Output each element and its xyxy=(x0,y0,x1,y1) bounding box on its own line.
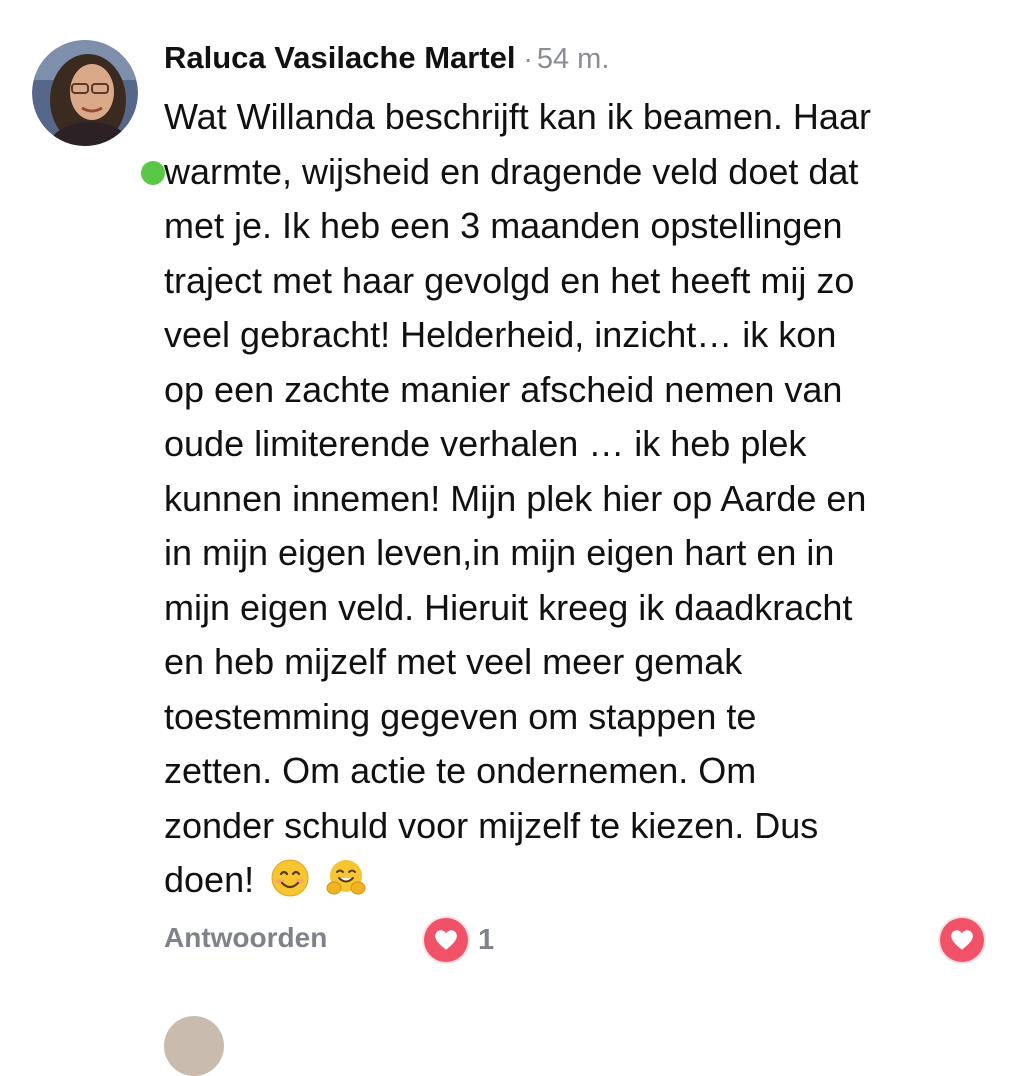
like-button[interactable] xyxy=(940,918,984,962)
heart-icon xyxy=(424,918,468,962)
next-comment-avatar[interactable] xyxy=(164,1016,224,1076)
reply-button[interactable]: Antwoorden xyxy=(164,922,327,954)
comment-line: kunnen innemen! Mijn plek hier op Aarde … xyxy=(164,477,867,519)
comment-line: in mijn eigen leven,in mijn eigen hart e… xyxy=(164,532,835,573)
comment-timestamp[interactable]: 54 m. xyxy=(537,43,610,75)
comment-line: veel gebracht! Helderheid, inzicht… ik k… xyxy=(164,314,837,355)
reaction-count: 1 xyxy=(478,923,495,956)
comment-line: traject met haar gevolgd en het heeft mi… xyxy=(164,259,855,301)
comment-line: zetten. Om actie te ondernemen. Om xyxy=(164,750,757,791)
comment-header: Raluca Vasilache Martel · 54 m. xyxy=(164,40,609,76)
comment-line: op een zachte manier afscheid nemen van xyxy=(164,368,843,410)
comment-actions: Antwoorden 1 xyxy=(164,918,984,964)
separator-dot: · xyxy=(523,43,533,74)
avatar[interactable] xyxy=(32,40,138,146)
smiling-face-icon xyxy=(270,858,310,898)
comment-line: zonder schuld voor mijzelf te kiezen. Du… xyxy=(164,804,819,846)
author-avatar-container[interactable] xyxy=(32,40,170,190)
comment-body: Wat Willanda beschrijft kan ik beamen. H… xyxy=(164,90,994,908)
comment-line: mijn eigen veld. Hieruit kreeg ik daadkr… xyxy=(164,586,853,628)
comment-line: en heb mijzelf met veel meer gemak xyxy=(164,641,743,682)
comment-last-line: doen! xyxy=(164,853,994,908)
comment-line: toestemming gegeven om stappen te xyxy=(164,695,757,737)
comment-line: Wat Willanda beschrijft kan ik beamen. H… xyxy=(164,96,871,137)
comment-line: oude limiterende verhalen … ik heb plek xyxy=(164,423,807,464)
comment-line: met je. Ik heb een 3 maanden opstellinge… xyxy=(164,205,843,246)
reaction-summary[interactable]: 1 xyxy=(424,918,494,962)
comment: Raluca Vasilache Martel · 54 m. Wat Willan… xyxy=(0,0,1018,1076)
comment-line: doen! xyxy=(164,859,255,900)
comment-line: warmte, wijsheid en dragende veld doet d… xyxy=(164,150,859,192)
author-name[interactable]: Raluca Vasilache Martel xyxy=(164,40,516,75)
heart-icon xyxy=(951,930,973,950)
hugging-face-icon xyxy=(326,858,366,898)
